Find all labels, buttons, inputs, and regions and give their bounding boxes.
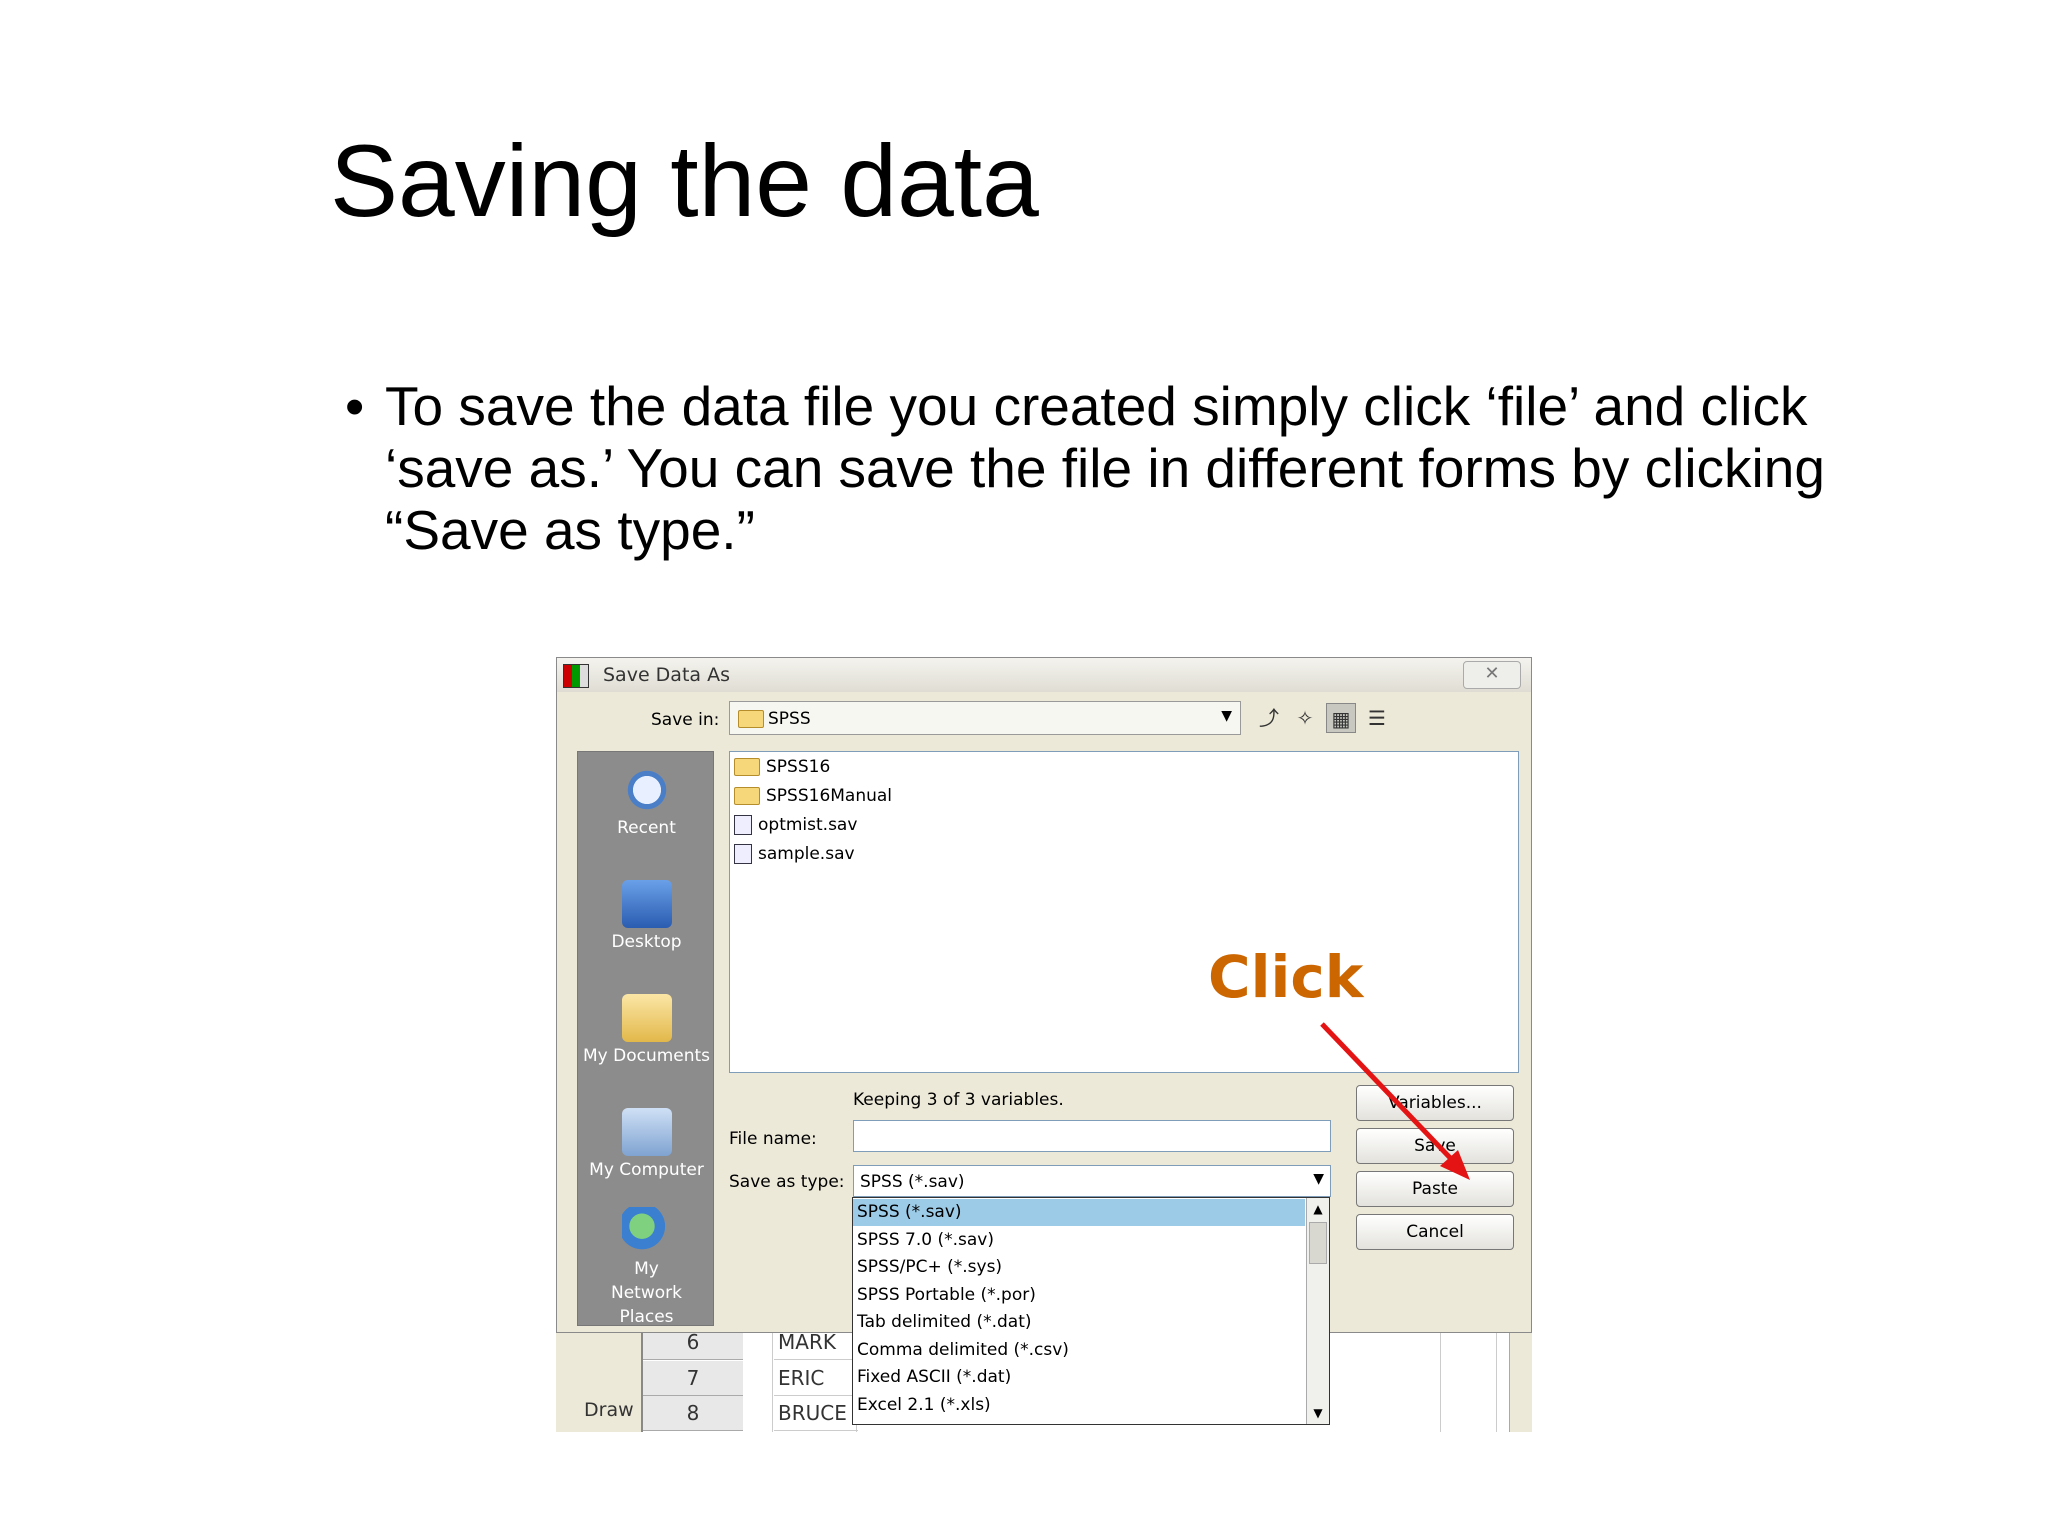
type-option[interactable]: Fixed ASCII (*.dat) [853,1364,1305,1391]
new-folder-icon[interactable]: ✧ [1290,703,1320,733]
file-name: SPSS16Manual [766,786,893,806]
type-option[interactable]: SPSS (*.sav) [853,1199,1305,1226]
place-label: My Computer [589,1160,704,1180]
cancel-button[interactable]: Cancel [1356,1214,1514,1250]
slide-title: Saving the data [330,124,1039,238]
save-in-dropdown[interactable]: SPSS ▼ [729,701,1241,735]
dialog-title: Save Data As [603,664,730,686]
place-my-computer[interactable]: My Computer [578,1108,715,1182]
place-desktop[interactable]: Desktop [578,880,715,954]
close-button[interactable]: ✕ [1463,661,1521,689]
list-item[interactable]: sample.sav [734,841,855,867]
type-option[interactable]: SPSS/PC+ (*.sys) [853,1254,1305,1281]
details-view-icon[interactable]: ☰ [1362,703,1392,733]
bullet-dot: • [345,375,365,437]
list-item[interactable]: SPSS16Manual [734,783,892,809]
save-as-type-value: SPSS (*.sav) [860,1172,965,1192]
views-icon[interactable]: ▦ [1326,703,1356,733]
place-label: Recent [617,818,676,838]
place-label: Desktop [611,932,682,952]
place-my-network[interactable]: My Network Places [578,1207,715,1329]
dropdown-scrollbar[interactable]: ▲ ▼ [1306,1198,1329,1424]
bullet-text: To save the data file you created simply… [385,375,1825,561]
row-number[interactable]: 8 [643,1396,743,1431]
place-label: My Documents [582,1046,711,1066]
desktop-icon [621,880,672,928]
type-option[interactable]: Excel 2.1 (*.xls) [853,1392,1305,1419]
file-name: sample.sav [758,844,855,864]
sheet-scrollbar[interactable] [1509,1333,1532,1432]
type-option[interactable]: Comma delimited (*.csv) [853,1337,1305,1364]
save-in-value: SPSS [768,709,811,729]
sav-file-icon [734,815,752,835]
recent-icon [621,766,672,814]
dialog-titlebar[interactable]: Save Data As ✕ [557,658,1531,692]
scroll-down-icon[interactable]: ▼ [1307,1402,1329,1424]
file-name-input[interactable] [853,1120,1331,1152]
folder-icon [734,758,760,776]
file-name-label: File name: [729,1129,817,1149]
list-item[interactable]: optmist.sav [734,812,857,838]
type-option[interactable]: SPSS 7.0 (*.sav) [853,1227,1305,1254]
places-bar: Recent Desktop My Documents My Computer … [577,751,715,1329]
network-icon [621,1207,672,1255]
computer-icon [621,1108,672,1156]
save-as-type-dropdown[interactable]: SPSS (*.sav) ▼ [853,1165,1331,1197]
spss-app-icon [563,664,589,688]
save-as-type-options: SPSS (*.sav) SPSS 7.0 (*.sav) SPSS/PC+ (… [852,1197,1330,1425]
file-name: SPSS16 [766,757,831,777]
sav-file-icon [734,844,752,864]
scroll-up-icon[interactable]: ▲ [1307,1198,1329,1220]
save-as-type-label: Save as type: [729,1172,845,1192]
place-label: My Network Places [611,1259,682,1327]
chevron-down-icon: ▼ [1313,1171,1324,1187]
folder-icon [738,710,764,728]
file-list[interactable]: SPSS16 SPSS16Manual optmist.sav sample.s… [729,751,1519,1073]
cell-name[interactable]: BRUCE [774,1396,858,1431]
type-option[interactable]: Tab delimited (*.dat) [853,1309,1305,1336]
keeping-variables-text: Keeping 3 of 3 variables. [853,1090,1064,1110]
type-option[interactable]: SPSS Portable (*.por) [853,1282,1305,1309]
documents-folder-icon [621,994,672,1042]
file-name: optmist.sav [758,815,858,835]
variables-button[interactable]: Variables... [1356,1085,1514,1121]
cell-name[interactable]: ERIC [774,1361,858,1396]
scroll-thumb[interactable] [1309,1222,1327,1264]
list-item[interactable]: SPSS16 [734,754,830,780]
row-number[interactable]: 7 [643,1361,743,1396]
folder-icon [734,787,760,805]
place-my-documents[interactable]: My Documents [578,994,715,1068]
chevron-down-icon: ▼ [1221,708,1232,724]
save-button[interactable]: Save [1356,1128,1514,1164]
screenshot: Draw 6 MARK 7 ERIC 8 BRUCE Save Data As … [556,657,1532,1432]
paste-button[interactable]: Paste [1356,1171,1514,1207]
click-annotation: Click [1208,943,1364,1011]
save-in-label: Save in: [651,710,720,730]
place-recent[interactable]: Recent [578,766,715,840]
up-folder-icon[interactable]: ⤴ [1254,703,1284,733]
draw-label[interactable]: Draw [584,1399,634,1421]
